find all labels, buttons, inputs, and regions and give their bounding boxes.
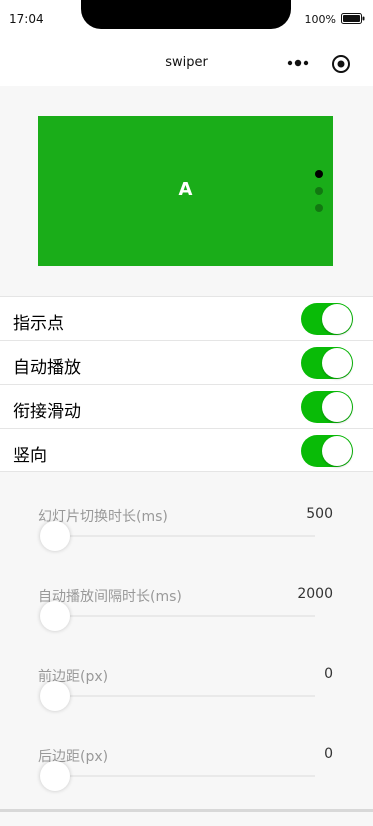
close-miniprogram-icon[interactable] xyxy=(331,54,351,74)
battery-percentage: 100% xyxy=(304,13,336,26)
indicator-dots-switch[interactable] xyxy=(301,303,353,335)
toggle-label: 竖向 xyxy=(13,446,47,466)
slider-track[interactable] xyxy=(55,775,315,777)
slider-value: 500 xyxy=(306,506,333,522)
device-notch xyxy=(81,0,291,29)
slider-value: 2000 xyxy=(297,586,333,602)
switch-knob xyxy=(322,392,352,422)
slider-track[interactable] xyxy=(55,695,315,697)
slider-duration: 幻灯片切换时长(ms) 500 xyxy=(0,506,373,586)
slider-thumb[interactable] xyxy=(40,761,70,791)
more-options-icon[interactable] xyxy=(286,57,310,69)
battery-icon xyxy=(341,13,365,24)
page-title: swiper xyxy=(165,55,208,70)
circular-switch[interactable] xyxy=(301,391,353,423)
toggle-settings-list: 指示点 自动播放 衔接滑动 竖向 xyxy=(0,296,373,472)
slider-thumb[interactable] xyxy=(40,601,70,631)
slider-track[interactable] xyxy=(55,615,315,617)
switch-knob xyxy=(322,436,352,466)
vertical-switch[interactable] xyxy=(301,435,353,467)
indicator-dot xyxy=(315,170,323,178)
indicator-dot xyxy=(315,187,323,195)
swiper-slide[interactable]: A xyxy=(38,116,333,266)
slide-label: A xyxy=(178,179,193,200)
slider-next-margin: 后边距(px) 0 xyxy=(0,746,373,826)
toggle-row-autoplay: 自动播放 xyxy=(0,341,373,385)
indicator-dot xyxy=(315,204,323,212)
status-time: 17:04 xyxy=(9,12,44,26)
toggle-label: 指示点 xyxy=(13,314,64,334)
toggle-label: 自动播放 xyxy=(13,358,81,378)
toggle-row-circular: 衔接滑动 xyxy=(0,385,373,429)
slider-value: 0 xyxy=(324,746,333,762)
toggle-row-indicator-dots: 指示点 xyxy=(0,297,373,341)
switch-knob xyxy=(322,348,352,378)
slider-thumb[interactable] xyxy=(40,681,70,711)
navigation-bar: swiper xyxy=(0,40,373,86)
status-bar: 17:04 100% xyxy=(0,0,373,40)
switch-knob xyxy=(322,304,352,334)
slider-previous-margin: 前边距(px) 0 xyxy=(0,666,373,746)
swiper-preview-area: A xyxy=(0,86,373,296)
toggle-row-vertical: 竖向 xyxy=(0,429,373,473)
autoplay-switch[interactable] xyxy=(301,347,353,379)
slider-value: 0 xyxy=(324,666,333,682)
toggle-label: 衔接滑动 xyxy=(13,402,81,422)
slider-thumb[interactable] xyxy=(40,521,70,551)
slider-track[interactable] xyxy=(55,535,315,537)
slider-interval: 自动播放间隔时长(ms) 2000 xyxy=(0,586,373,666)
